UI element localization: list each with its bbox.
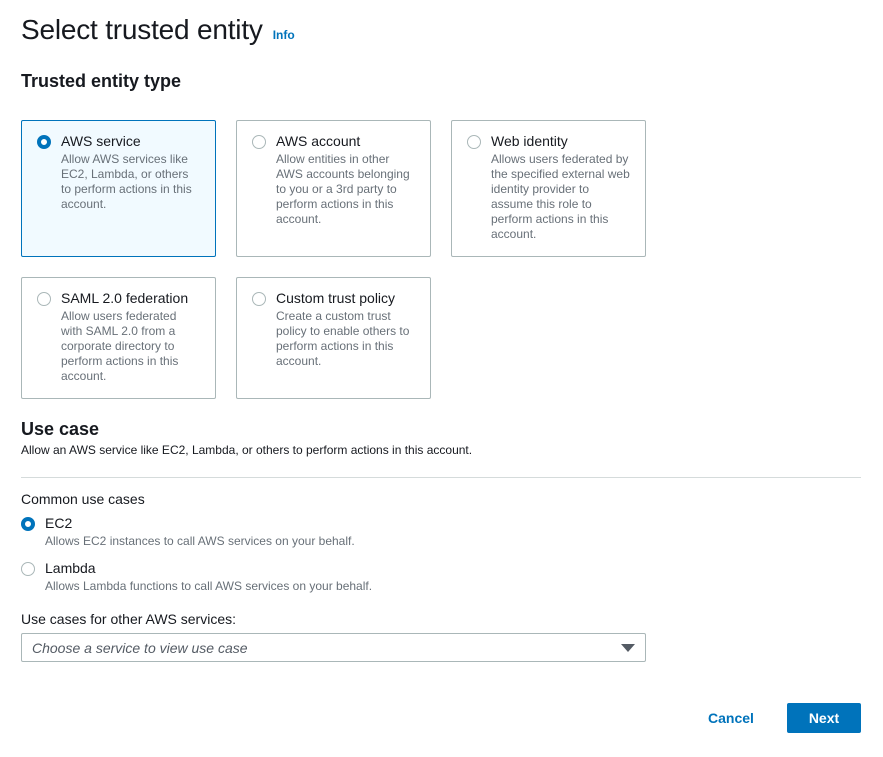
tile-web-identity[interactable]: Web identity Allows users federated by t… — [451, 120, 646, 257]
divider — [21, 477, 861, 478]
page-title: Select trusted entity — [21, 14, 263, 45]
info-link[interactable]: Info — [273, 28, 295, 42]
tile-custom-trust-policy[interactable]: Custom trust policy Create a custom trus… — [236, 277, 431, 399]
option-description: Allows Lambda functions to call AWS serv… — [45, 579, 373, 593]
radio-aws-account[interactable] — [252, 135, 266, 149]
tile-aws-account[interactable]: AWS account Allow entities in other AWS … — [236, 120, 431, 257]
common-use-cases-label: Common use cases — [21, 491, 145, 507]
title-row: Select trusted entity Info — [21, 14, 295, 46]
tile-description: Allows users federated by the specified … — [491, 152, 630, 241]
select-trusted-entity-page: Select trusted entity Info Trusted entit… — [0, 0, 883, 757]
tile-description: Create a custom trust policy to enable o… — [276, 309, 410, 368]
radio-aws-service[interactable] — [37, 135, 51, 149]
tile-description: Allow entities in other AWS accounts bel… — [276, 152, 410, 226]
option-title: EC2 — [45, 515, 73, 531]
tile-title: SAML 2.0 federation — [61, 290, 189, 306]
use-case-heading: Use case — [21, 419, 100, 439]
radio-web-identity[interactable] — [467, 135, 481, 149]
option-title: Lambda — [45, 560, 96, 576]
trusted-entity-type-heading: Trusted entity type — [21, 71, 182, 91]
radio-lambda[interactable] — [21, 562, 35, 576]
tile-title: AWS account — [276, 133, 361, 149]
tile-title: AWS service — [61, 133, 141, 149]
cancel-button[interactable]: Cancel — [700, 708, 762, 728]
next-button[interactable]: Next — [787, 703, 861, 733]
tile-saml-federation[interactable]: SAML 2.0 federation Allow users federate… — [21, 277, 216, 399]
tile-description: Allow AWS services like EC2, Lambda, or … — [61, 152, 192, 211]
use-case-description: Allow an AWS service like EC2, Lambda, o… — [21, 443, 473, 457]
other-services-label: Use cases for other AWS services: — [21, 611, 236, 627]
tile-aws-service[interactable]: AWS service Allow AWS services like EC2,… — [21, 120, 216, 257]
radio-custom-trust-policy[interactable] — [252, 292, 266, 306]
option-description: Allows EC2 instances to call AWS service… — [45, 534, 355, 548]
radio-ec2[interactable] — [21, 517, 35, 531]
option-lambda[interactable]: Lambda Allows Lambda functions to call A… — [21, 560, 372, 594]
radio-saml-federation[interactable] — [37, 292, 51, 306]
tile-description: Allow users federated with SAML 2.0 from… — [61, 309, 179, 383]
caret-down-icon — [621, 644, 635, 652]
tile-title: Web identity — [491, 133, 568, 149]
select-placeholder: Choose a service to view use case — [32, 639, 248, 656]
tile-title: Custom trust policy — [276, 290, 396, 306]
service-select[interactable]: Choose a service to view use case — [21, 633, 646, 662]
option-ec2[interactable]: EC2 Allows EC2 instances to call AWS ser… — [21, 515, 355, 549]
